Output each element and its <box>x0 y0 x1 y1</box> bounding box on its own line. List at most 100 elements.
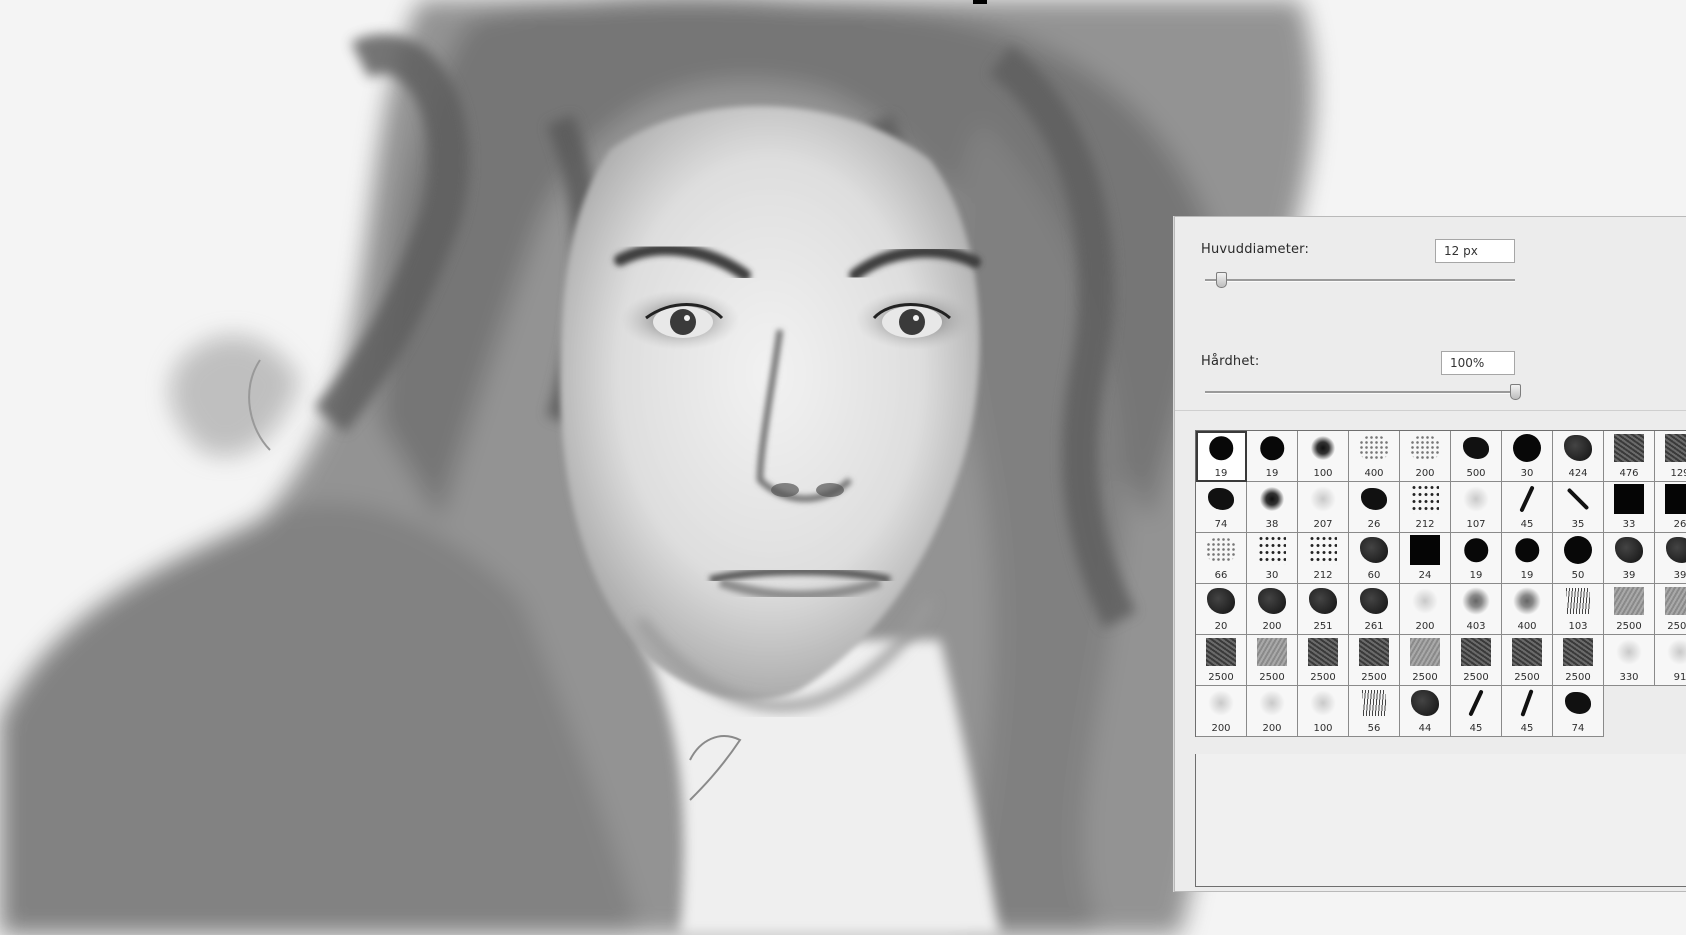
brush-preset-48[interactable]: 330 <box>1604 635 1655 686</box>
brush-size-label: 33 <box>1622 519 1636 530</box>
brush-preset-30[interactable]: 20 <box>1196 584 1247 635</box>
brush-size-label: 200 <box>1415 468 1435 479</box>
brush-preset-34[interactable]: 200 <box>1400 584 1451 635</box>
brush-tip-icon <box>1513 587 1541 615</box>
brush-preset-53[interactable]: 56 <box>1349 686 1400 737</box>
brush-preset-0[interactable]: 19 <box>1196 431 1247 482</box>
brush-size-label: 2500 <box>1259 672 1285 683</box>
diameter-slider-thumb[interactable] <box>1215 272 1227 288</box>
brush-preset-9[interactable]: 129 <box>1655 431 1686 482</box>
hardness-label: Hårdhet: <box>1201 354 1260 369</box>
brush-preset-1[interactable]: 19 <box>1247 431 1298 482</box>
brush-tip-icon <box>1410 638 1440 666</box>
brush-preset-20[interactable]: 66 <box>1196 533 1247 584</box>
brush-tip-icon <box>1566 588 1590 614</box>
brush-tip-icon <box>1208 488 1234 510</box>
preset-list-empty-area <box>1195 754 1686 887</box>
brush-preset-17[interactable]: 35 <box>1553 482 1604 533</box>
brush-preset-47[interactable]: 2500 <box>1553 635 1604 686</box>
brush-preset-13[interactable]: 26 <box>1349 482 1400 533</box>
brush-preset-5[interactable]: 500 <box>1451 431 1502 482</box>
brush-size-label: 30 <box>1265 570 1279 581</box>
brush-preset-49[interactable]: 91 <box>1655 635 1686 686</box>
brush-preset-56[interactable]: 45 <box>1502 686 1553 737</box>
brush-preset-26[interactable]: 19 <box>1502 533 1553 584</box>
brush-size-label: 45 <box>1520 723 1534 734</box>
brush-preset-19[interactable]: 26 <box>1655 482 1686 533</box>
brush-preset-24[interactable]: 24 <box>1400 533 1451 584</box>
brush-preset-8[interactable]: 476 <box>1604 431 1655 482</box>
brush-preset-12[interactable]: 207 <box>1298 482 1349 533</box>
brush-tip-icon <box>1512 638 1542 666</box>
brush-size-label: 100 <box>1313 723 1333 734</box>
brush-preset-37[interactable]: 103 <box>1553 584 1604 635</box>
brush-preset-42[interactable]: 2500 <box>1298 635 1349 686</box>
brush-preset-52[interactable]: 100 <box>1298 686 1349 737</box>
brush-preset-57[interactable]: 74 <box>1553 686 1604 737</box>
hardness-slider-thumb[interactable] <box>1510 384 1521 400</box>
brush-tip-icon <box>1665 587 1686 615</box>
brush-preset-55[interactable]: 45 <box>1451 686 1502 737</box>
brush-preset-41[interactable]: 2500 <box>1247 635 1298 686</box>
brush-tip-icon <box>1310 486 1336 512</box>
brush-tip-icon <box>1206 638 1236 666</box>
brush-preset-33[interactable]: 261 <box>1349 584 1400 635</box>
brush-preset-11[interactable]: 38 <box>1247 482 1298 533</box>
brush-size-label: 261 <box>1364 621 1384 632</box>
hardness-input[interactable] <box>1441 351 1515 375</box>
brush-preset-3[interactable]: 400 <box>1349 431 1400 482</box>
brush-tip-icon <box>1311 436 1335 460</box>
brush-preset-50[interactable]: 200 <box>1196 686 1247 737</box>
brush-preset-44[interactable]: 2500 <box>1400 635 1451 686</box>
master-diameter-input[interactable] <box>1435 239 1515 263</box>
diameter-slider-track[interactable] <box>1205 279 1515 282</box>
brush-tip-icon <box>1463 437 1489 459</box>
brush-preset-16[interactable]: 45 <box>1502 482 1553 533</box>
brush-tip-icon <box>1310 690 1336 716</box>
brush-preset-38[interactable]: 2500 <box>1604 584 1655 635</box>
brush-preset-14[interactable]: 212 <box>1400 482 1451 533</box>
brush-size-label: 19 <box>1469 570 1483 581</box>
brush-preset-40[interactable]: 2500 <box>1196 635 1247 686</box>
brush-preset-21[interactable]: 30 <box>1247 533 1298 584</box>
brush-size-label: 107 <box>1466 519 1486 530</box>
brush-preset-7[interactable]: 424 <box>1553 431 1604 482</box>
brush-preset-23[interactable]: 60 <box>1349 533 1400 584</box>
brush-preset-46[interactable]: 2500 <box>1502 635 1553 686</box>
brush-tip-icon <box>1410 435 1440 461</box>
brush-preset-32[interactable]: 251 <box>1298 584 1349 635</box>
brush-preset-36[interactable]: 400 <box>1502 584 1553 635</box>
brush-preset-22[interactable]: 212 <box>1298 533 1349 584</box>
brush-preset-10[interactable]: 74 <box>1196 482 1247 533</box>
brush-size-label: 400 <box>1517 621 1537 632</box>
brush-preset-15[interactable]: 107 <box>1451 482 1502 533</box>
brush-size-label: 45 <box>1469 723 1483 734</box>
brush-preset-54[interactable]: 44 <box>1400 686 1451 737</box>
brush-preset-29[interactable]: 39 <box>1655 533 1686 584</box>
brush-tip-icon <box>1566 487 1590 511</box>
brush-preset-2[interactable]: 100 <box>1298 431 1349 482</box>
brush-size-label: 60 <box>1367 570 1381 581</box>
brush-preset-39[interactable]: 2500 <box>1655 584 1686 635</box>
brush-size-label: 2500 <box>1565 672 1591 683</box>
brush-size-label: 74 <box>1214 519 1228 530</box>
brush-preset-4[interactable]: 200 <box>1400 431 1451 482</box>
brush-preset-31[interactable]: 200 <box>1247 584 1298 635</box>
brush-preset-51[interactable]: 200 <box>1247 686 1298 737</box>
brush-preset-43[interactable]: 2500 <box>1349 635 1400 686</box>
brush-size-label: 20 <box>1214 621 1228 632</box>
brush-size-label: 207 <box>1313 519 1333 530</box>
brush-preset-27[interactable]: 50 <box>1553 533 1604 584</box>
brush-preset-25[interactable]: 19 <box>1451 533 1502 584</box>
brush-preset-45[interactable]: 2500 <box>1451 635 1502 686</box>
brush-tip-icon <box>1411 484 1439 514</box>
hardness-slider-track[interactable] <box>1205 391 1515 394</box>
brush-size-label: 200 <box>1211 723 1231 734</box>
brush-preset-18[interactable]: 33 <box>1604 482 1655 533</box>
brush-preset-6[interactable]: 30 <box>1502 431 1553 482</box>
brush-tip-icon <box>1616 639 1642 665</box>
brush-preset-35[interactable]: 403 <box>1451 584 1502 635</box>
brush-preset-28[interactable]: 39 <box>1604 533 1655 584</box>
brush-size-label: 500 <box>1466 468 1486 479</box>
brush-tip-icon <box>1464 538 1488 562</box>
